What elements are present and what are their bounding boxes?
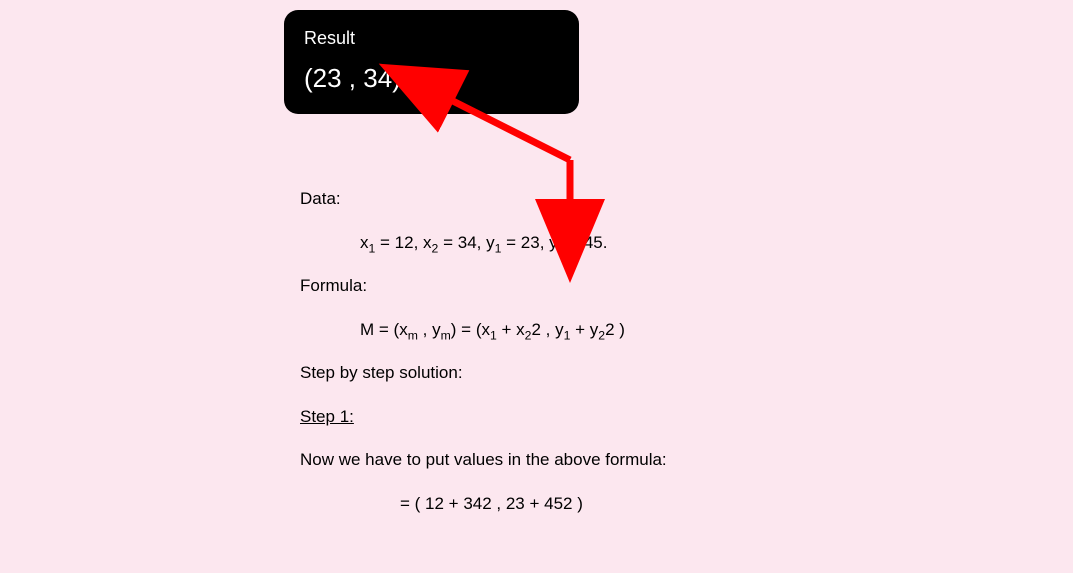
data-values: x1 = 12, x2 = 34, y1 = 23, y2 = 45. — [300, 230, 730, 256]
data-label: Data: — [300, 186, 730, 212]
formula-expression: M = (xm , ym) = (x1 + x22 , y1 + y22 ) — [300, 317, 730, 343]
result-card: Result (23 , 34) — [284, 10, 579, 114]
result-title: Result — [304, 28, 559, 49]
step-text: Now we have to put values in the above f… — [300, 447, 730, 473]
formula-label: Formula: — [300, 273, 730, 299]
content-area: Data: x1 = 12, x2 = 34, y1 = 23, y2 = 45… — [300, 186, 730, 534]
step-label: Step 1: — [300, 404, 730, 430]
solution-heading: Step by step solution: — [300, 360, 730, 386]
calc-line: = ( 12 + 342 , 23 + 452 ) — [300, 491, 730, 517]
result-value: (23 , 34) — [304, 63, 559, 94]
